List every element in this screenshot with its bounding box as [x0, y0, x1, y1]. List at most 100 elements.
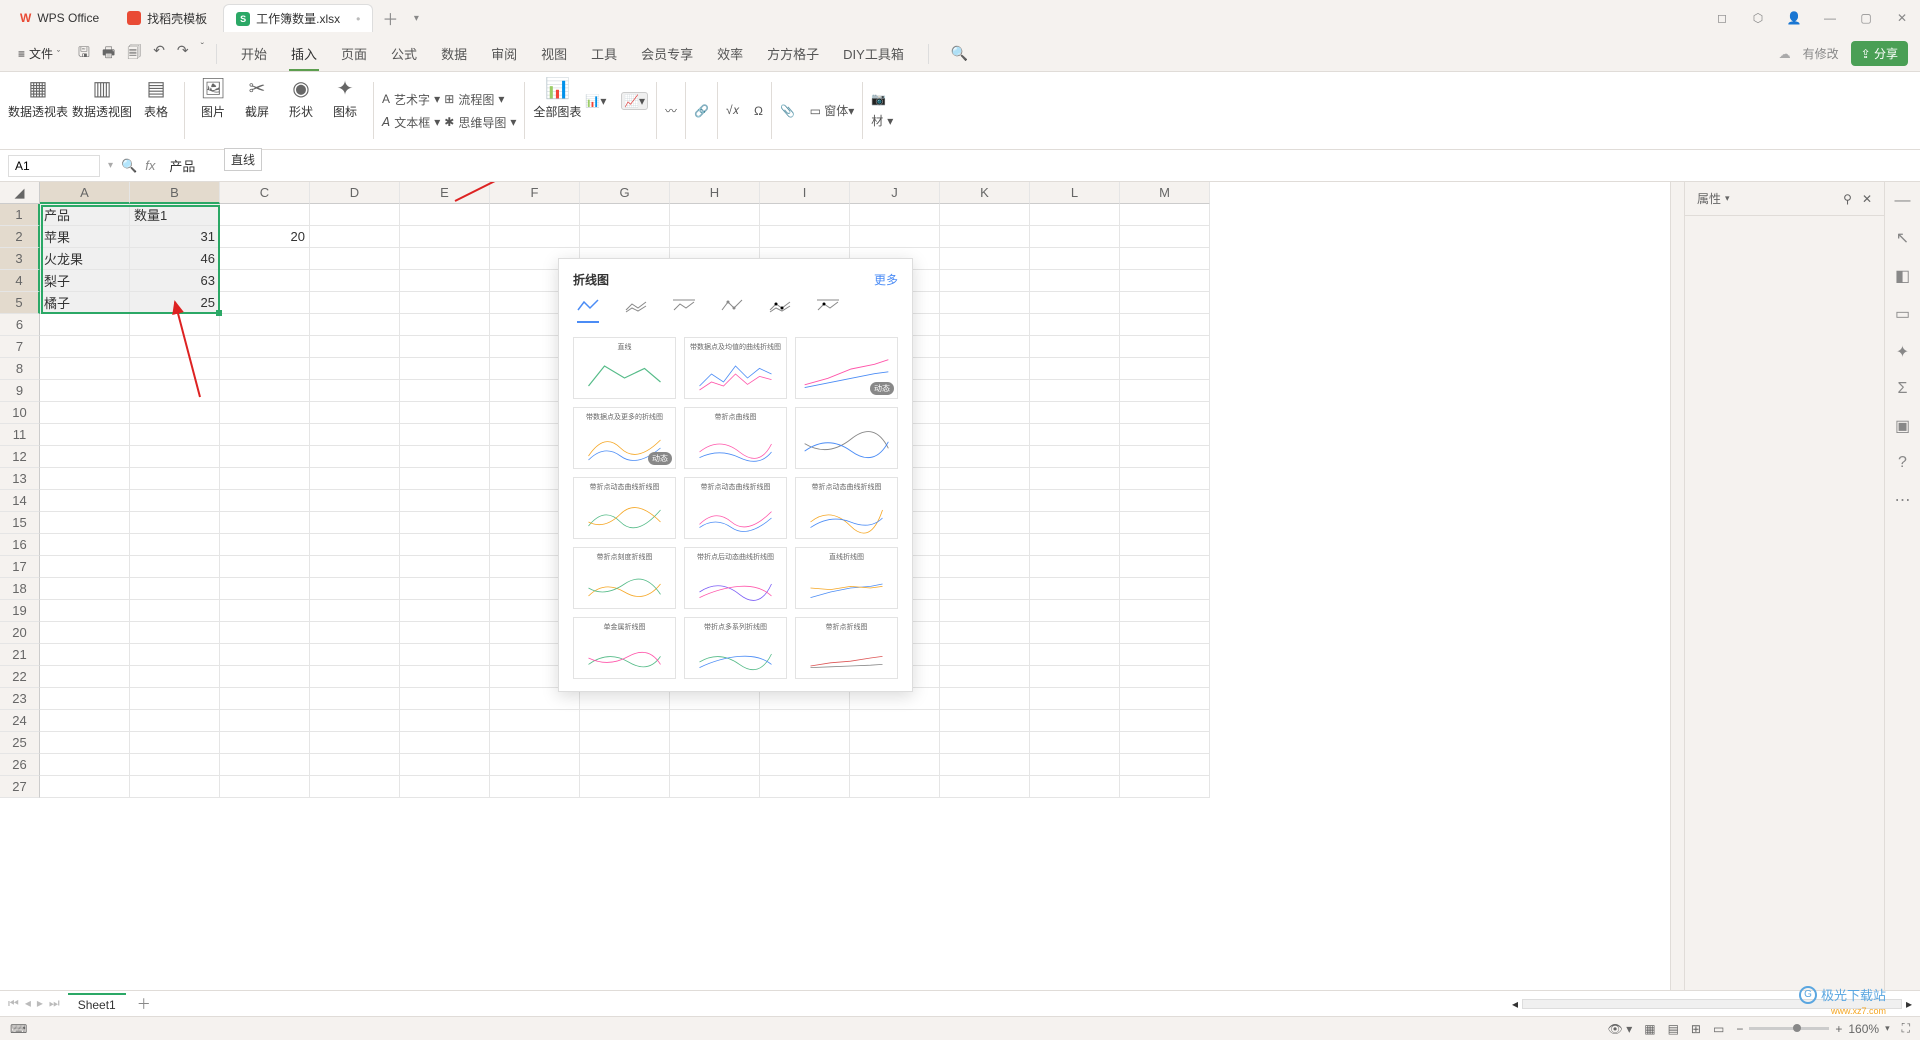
chart-thumb-12[interactable]: 单金属折线图: [573, 617, 676, 679]
cell-E20[interactable]: [400, 622, 490, 644]
cell-E19[interactable]: [400, 600, 490, 622]
cell-M2[interactable]: [1120, 226, 1210, 248]
row-header-4[interactable]: 4: [0, 270, 40, 292]
cell-A11[interactable]: [40, 424, 130, 446]
cell-I26[interactable]: [760, 754, 850, 776]
row-header-19[interactable]: 19: [0, 600, 40, 622]
hscroll-left-icon[interactable]: ◂: [1512, 997, 1518, 1011]
cell-A4[interactable]: 梨子: [40, 270, 130, 292]
row-header-20[interactable]: 20: [0, 622, 40, 644]
cell-L5[interactable]: [1030, 292, 1120, 314]
cell-K25[interactable]: [940, 732, 1030, 754]
cell-M25[interactable]: [1120, 732, 1210, 754]
line-markers-tab[interactable]: [721, 298, 743, 323]
cell-C12[interactable]: [220, 446, 310, 468]
row-header-2[interactable]: 2: [0, 226, 40, 248]
cell-D8[interactable]: [310, 358, 400, 380]
cell-A1[interactable]: 产品: [40, 204, 130, 226]
cell-F2[interactable]: [490, 226, 580, 248]
line-percent-tab[interactable]: [673, 298, 695, 323]
cell-C25[interactable]: [220, 732, 310, 754]
link-icon[interactable]: 🔗: [694, 104, 709, 118]
cell-L23[interactable]: [1030, 688, 1120, 710]
menu-tab-5[interactable]: 审阅: [479, 38, 529, 69]
row-header-7[interactable]: 7: [0, 336, 40, 358]
cell-M22[interactable]: [1120, 666, 1210, 688]
menu-tab-0[interactable]: 开始: [229, 38, 279, 69]
effects-icon[interactable]: ✦: [1896, 342, 1909, 362]
select-all-corner[interactable]: ◢: [0, 182, 40, 204]
cell-K3[interactable]: [940, 248, 1030, 270]
menu-tab-3[interactable]: 公式: [379, 38, 429, 69]
cell-A23[interactable]: [40, 688, 130, 710]
col-header-H[interactable]: H: [670, 182, 760, 204]
cell-B23[interactable]: [130, 688, 220, 710]
camera-icon[interactable]: 📷: [871, 92, 886, 106]
cell-D24[interactable]: [310, 710, 400, 732]
cell-B17[interactable]: [130, 556, 220, 578]
row-header-18[interactable]: 18: [0, 578, 40, 600]
form-button[interactable]: ▭ 窗体▾: [810, 102, 855, 119]
cell-A27[interactable]: [40, 776, 130, 798]
cell-E10[interactable]: [400, 402, 490, 424]
cell-B27[interactable]: [130, 776, 220, 798]
cell-M15[interactable]: [1120, 512, 1210, 534]
cell-M9[interactable]: [1120, 380, 1210, 402]
cell-E3[interactable]: [400, 248, 490, 270]
col-header-L[interactable]: L: [1030, 182, 1120, 204]
cell-H2[interactable]: [670, 226, 760, 248]
cell-K26[interactable]: [940, 754, 1030, 776]
cell-C2[interactable]: 20: [220, 226, 310, 248]
chart-thumb-11[interactable]: 直线折线图: [795, 547, 898, 609]
cell-L2[interactable]: [1030, 226, 1120, 248]
cell-H25[interactable]: [670, 732, 760, 754]
cell-L15[interactable]: [1030, 512, 1120, 534]
cell-C21[interactable]: [220, 644, 310, 666]
cell-C7[interactable]: [220, 336, 310, 358]
col-header-C[interactable]: C: [220, 182, 310, 204]
cell-A13[interactable]: [40, 468, 130, 490]
cell-M26[interactable]: [1120, 754, 1210, 776]
qat-dropdown-icon[interactable]: ˇ: [201, 42, 204, 66]
cell-A20[interactable]: [40, 622, 130, 644]
maximize-button[interactable]: ▢: [1856, 11, 1876, 25]
chart-thumb-2[interactable]: 动态: [795, 337, 898, 399]
cell-L12[interactable]: [1030, 446, 1120, 468]
cell-B5[interactable]: 25: [130, 292, 220, 314]
cell-G2[interactable]: [580, 226, 670, 248]
row-header-1[interactable]: 1: [0, 204, 40, 226]
cell-L7[interactable]: [1030, 336, 1120, 358]
cell-L17[interactable]: [1030, 556, 1120, 578]
minimize-button[interactable]: —: [1820, 11, 1840, 25]
cell-M8[interactable]: [1120, 358, 1210, 380]
cell-G27[interactable]: [580, 776, 670, 798]
chart-thumb-3[interactable]: 带数据点及更多的折线图动态: [573, 407, 676, 469]
menu-tab-10[interactable]: 方方格子: [755, 38, 831, 69]
cell-E16[interactable]: [400, 534, 490, 556]
cell-M21[interactable]: [1120, 644, 1210, 666]
save-icon[interactable]: 🖫: [78, 42, 90, 66]
file-menu[interactable]: ≡ 文件 ˇ: [12, 45, 66, 62]
cell-B22[interactable]: [130, 666, 220, 688]
cell-D12[interactable]: [310, 446, 400, 468]
cell-C11[interactable]: [220, 424, 310, 446]
row-header-24[interactable]: 24: [0, 710, 40, 732]
cell-E5[interactable]: [400, 292, 490, 314]
cell-J26[interactable]: [850, 754, 940, 776]
chart-thumb-1[interactable]: 带数据点及均值的曲线折线图: [684, 337, 787, 399]
zoom-slider[interactable]: [1749, 1027, 1829, 1030]
cell-E11[interactable]: [400, 424, 490, 446]
cell-F24[interactable]: [490, 710, 580, 732]
cell-D13[interactable]: [310, 468, 400, 490]
cell-F26[interactable]: [490, 754, 580, 776]
cell-K10[interactable]: [940, 402, 1030, 424]
undo-icon[interactable]: ↶: [153, 42, 165, 66]
formula-input[interactable]: 产品: [163, 154, 1912, 177]
cell-D23[interactable]: [310, 688, 400, 710]
all-charts-button[interactable]: 📊全部图表: [533, 76, 581, 145]
cell-F1[interactable]: [490, 204, 580, 226]
cell-B20[interactable]: [130, 622, 220, 644]
cell-K22[interactable]: [940, 666, 1030, 688]
chart-thumb-9[interactable]: 带折点刻度折线图: [573, 547, 676, 609]
textbox-button[interactable]: 𝘈文本框 ▾: [382, 114, 440, 131]
